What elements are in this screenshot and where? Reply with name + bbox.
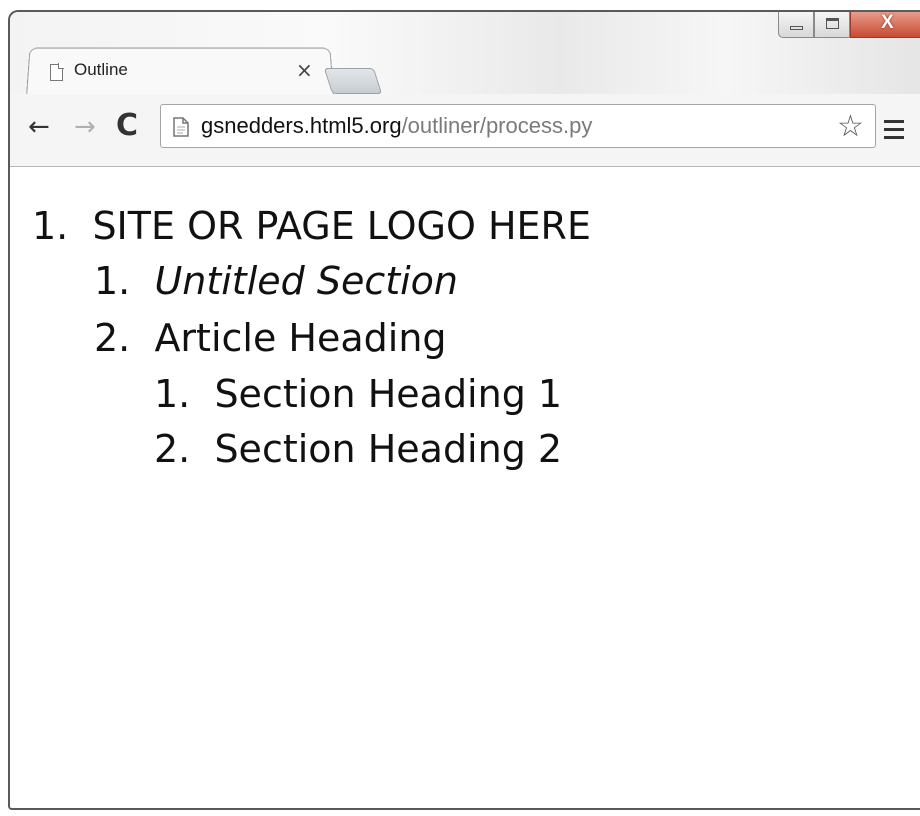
hamburger-icon-line — [884, 136, 904, 139]
bookmark-star-button[interactable]: ☆ — [837, 109, 864, 144]
outline-item: 1. SITE OR PAGE LOGO HERE — [32, 207, 591, 245]
back-button[interactable]: ← — [28, 112, 50, 142]
outline-item: 2. Article Heading — [94, 319, 447, 357]
minimize-button[interactable] — [778, 12, 814, 38]
browser-window: Outline × X ← → C gsnedders.html5.org/ou… — [8, 10, 920, 810]
hamburger-icon-line — [884, 128, 904, 131]
address-bar[interactable]: gsnedders.html5.org/outliner/process.py … — [160, 104, 876, 148]
maximize-button[interactable] — [814, 12, 850, 38]
outline-item-text: SITE OR PAGE LOGO HERE — [92, 204, 591, 248]
page-icon — [50, 63, 64, 81]
reload-button[interactable]: C — [116, 108, 138, 143]
url-path: /outliner/process.py — [401, 113, 593, 138]
outline-item: 1. Section Heading 1 — [154, 375, 562, 413]
outline-item: 1. Untitled Section — [94, 262, 458, 300]
browser-toolbar: ← → C gsnedders.html5.org/outliner/proce… — [10, 94, 920, 167]
page-icon — [173, 117, 189, 137]
forward-button[interactable]: → — [74, 112, 96, 142]
outline-item-number: 2. — [154, 427, 203, 471]
close-icon: X — [881, 12, 894, 33]
hamburger-icon-line — [884, 120, 904, 123]
outline-item: 2. Section Heading 2 — [154, 430, 562, 468]
page-content: 1. SITE OR PAGE LOGO HERE 1. Untitled Se… — [10, 167, 920, 808]
url-host: gsnedders.html5.org — [201, 113, 402, 138]
outline-item-number: 1. — [32, 204, 81, 248]
outline-item-text: Section Heading 2 — [214, 427, 563, 471]
tab-outline-content[interactable]: Outline × — [50, 58, 334, 94]
close-window-button[interactable]: X — [850, 12, 920, 38]
outline-item-number: 1. — [154, 372, 203, 416]
outline-item-number: 2. — [94, 316, 143, 360]
outline-item-text: Section Heading 1 — [214, 372, 563, 416]
tab-close-button[interactable]: × — [296, 58, 313, 82]
tab-title: Outline — [74, 60, 128, 79]
outline-item-text: Article Heading — [154, 316, 447, 360]
outline-item-text: Untitled Section — [154, 259, 459, 303]
url-text: gsnedders.html5.org/outliner/process.py — [201, 113, 592, 139]
window-controls: X — [778, 12, 920, 40]
menu-button[interactable] — [884, 120, 904, 140]
new-tab-button[interactable] — [323, 68, 383, 94]
outline-item-number: 1. — [94, 259, 143, 303]
